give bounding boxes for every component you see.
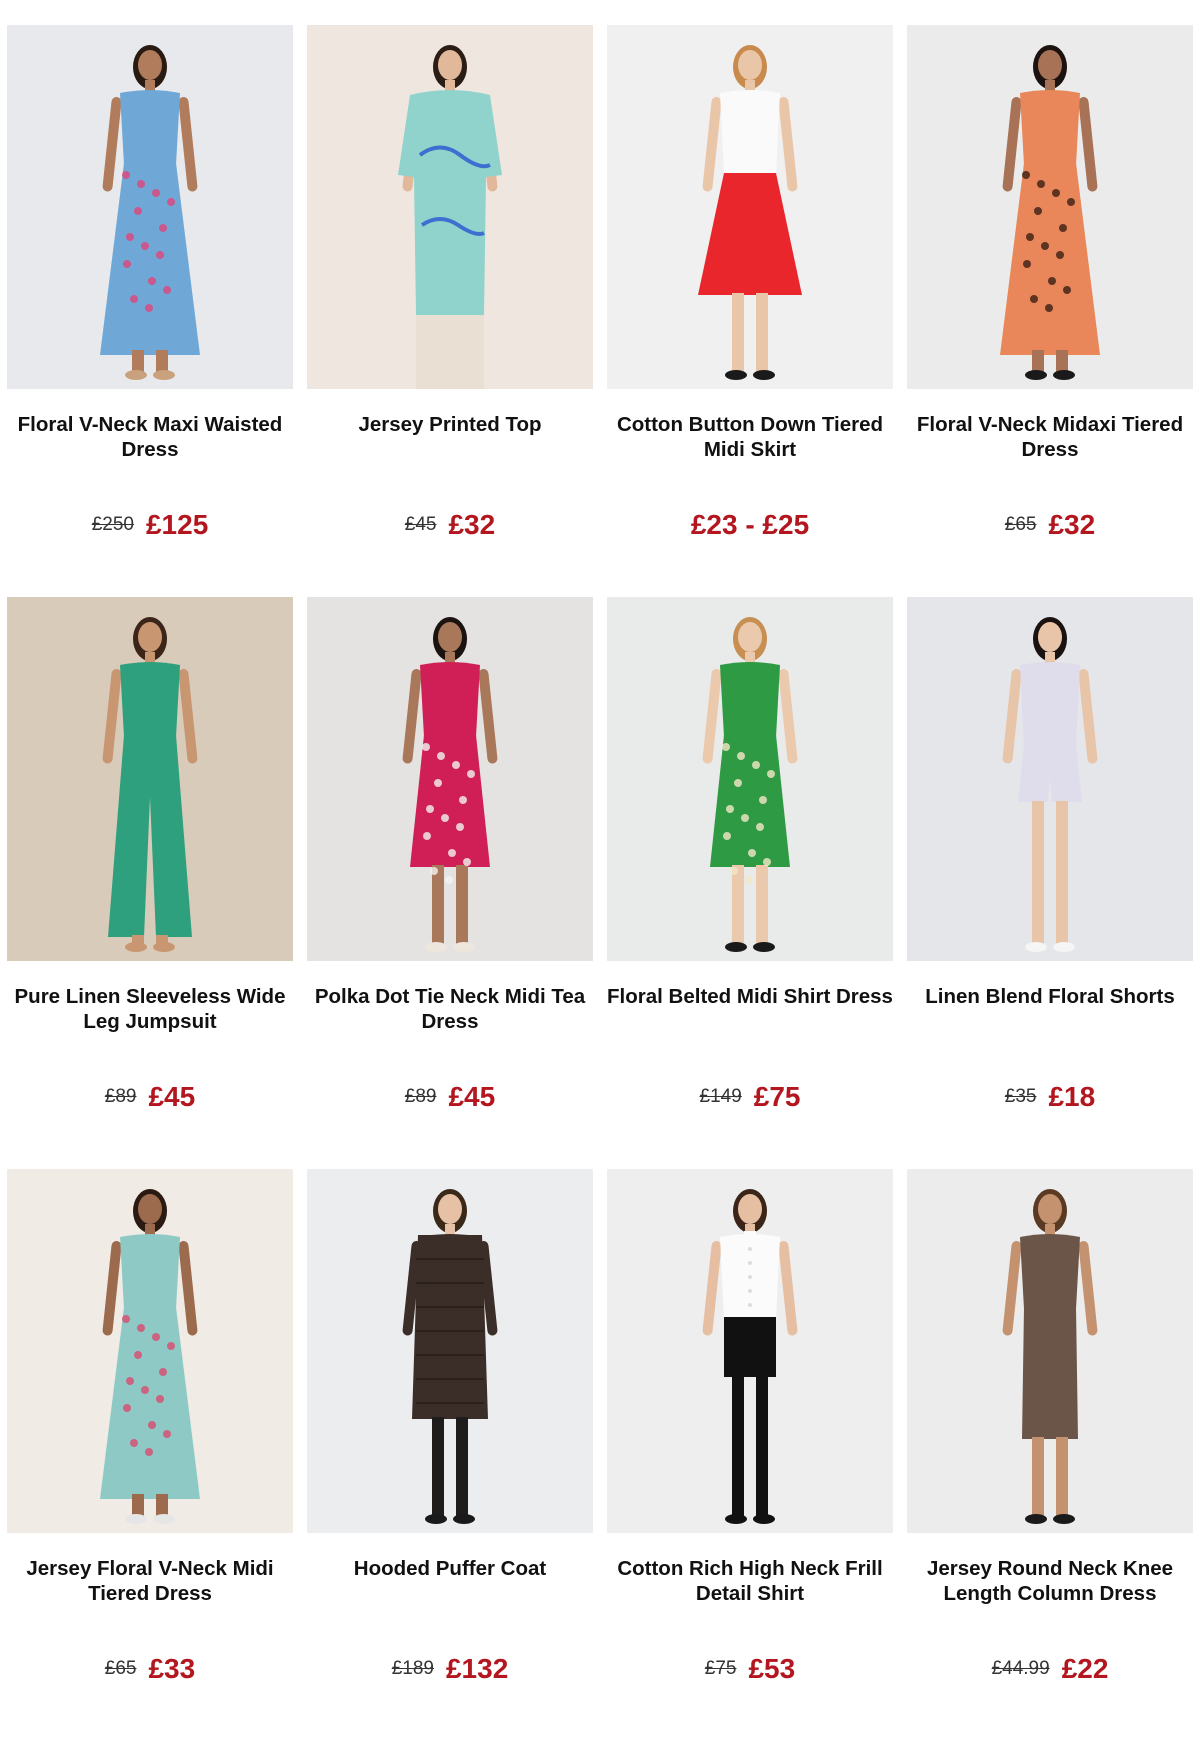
product-name[interactable]: Jersey Floral V-Neck Midi Tiered Dress: [7, 1557, 293, 1606]
product-image[interactable]: [7, 1169, 293, 1533]
was-price: £149: [699, 1086, 742, 1107]
was-price: £35: [1004, 1086, 1037, 1107]
product-image[interactable]: [7, 25, 293, 389]
was-price: £89: [104, 1086, 137, 1107]
price-block: £89 £45: [7, 1077, 293, 1117]
sale-price: £45: [448, 1081, 496, 1112]
product-card[interactable]: Hooded Puffer Coat £189 £132: [307, 1169, 593, 1741]
product-card[interactable]: Pure Linen Sleeveless Wide Leg Jumpsuit …: [7, 597, 293, 1169]
product-card[interactable]: Jersey Floral V-Neck Midi Tiered Dress £…: [7, 1169, 293, 1741]
product-image[interactable]: [907, 597, 1193, 961]
was-price: £75: [704, 1658, 737, 1679]
product-name[interactable]: Linen Blend Floral Shorts: [907, 985, 1193, 1010]
sale-price: £53: [748, 1653, 796, 1684]
product-card[interactable]: Floral V-Neck Midaxi Tiered Dress £65 £3…: [907, 25, 1193, 597]
product-name[interactable]: Jersey Round Neck Knee Length Column Dre…: [907, 1557, 1193, 1606]
sale-price: £132: [445, 1653, 509, 1684]
sale-price: £23 - £25: [690, 509, 810, 540]
sale-price: £32: [1048, 509, 1096, 540]
product-grid: Floral V-Neck Maxi Waisted Dress £250 £1…: [7, 25, 1193, 1741]
price-block: £35 £18: [907, 1077, 1193, 1117]
was-price: £250: [91, 514, 134, 535]
was-price: £89: [404, 1086, 437, 1107]
sale-price: £22: [1061, 1653, 1109, 1684]
product-name[interactable]: Jersey Printed Top: [307, 413, 593, 438]
product-image[interactable]: [307, 25, 593, 389]
sale-price: £32: [448, 509, 496, 540]
was-price: £189: [391, 1658, 434, 1679]
product-image[interactable]: [607, 1169, 893, 1533]
product-name[interactable]: Hooded Puffer Coat: [307, 1557, 593, 1582]
product-image[interactable]: [607, 25, 893, 389]
price-block: £75 £53: [607, 1649, 893, 1689]
sale-price: £125: [145, 509, 209, 540]
product-name[interactable]: Polka Dot Tie Neck Midi Tea Dress: [307, 985, 593, 1034]
sale-price: £18: [1048, 1081, 1096, 1112]
product-image[interactable]: [307, 597, 593, 961]
product-image[interactable]: [907, 1169, 1193, 1533]
product-name[interactable]: Floral Belted Midi Shirt Dress: [607, 985, 893, 1010]
was-price: £65: [104, 1658, 137, 1679]
product-name[interactable]: Pure Linen Sleeveless Wide Leg Jumpsuit: [7, 985, 293, 1034]
price-block: £65 £33: [7, 1649, 293, 1689]
sale-price: £75: [753, 1081, 801, 1112]
price-block: £89 £45: [307, 1077, 593, 1117]
product-card[interactable]: Floral Belted Midi Shirt Dress £149 £75: [607, 597, 893, 1169]
price-block: £189 £132: [307, 1649, 593, 1689]
product-image[interactable]: [7, 597, 293, 961]
price-block: £149 £75: [607, 1077, 893, 1117]
product-card[interactable]: Jersey Round Neck Knee Length Column Dre…: [907, 1169, 1193, 1741]
product-image[interactable]: [607, 597, 893, 961]
price-block: £23 - £25: [607, 505, 893, 545]
product-name[interactable]: Floral V-Neck Midaxi Tiered Dress: [907, 413, 1193, 462]
product-image[interactable]: [907, 25, 1193, 389]
price-block: £250 £125: [7, 505, 293, 545]
product-name[interactable]: Cotton Rich High Neck Frill Detail Shirt: [607, 1557, 893, 1606]
product-card[interactable]: Cotton Rich High Neck Frill Detail Shirt…: [607, 1169, 893, 1741]
was-price: £45: [404, 514, 437, 535]
product-name[interactable]: Cotton Button Down Tiered Midi Skirt: [607, 413, 893, 462]
price-block: £65 £32: [907, 505, 1193, 545]
product-card[interactable]: Cotton Button Down Tiered Midi Skirt £23…: [607, 25, 893, 597]
product-card[interactable]: Polka Dot Tie Neck Midi Tea Dress £89 £4…: [307, 597, 593, 1169]
product-card[interactable]: Jersey Printed Top £45 £32: [307, 25, 593, 597]
sale-price: £45: [148, 1081, 196, 1112]
was-price: £65: [1004, 514, 1037, 535]
product-name[interactable]: Floral V-Neck Maxi Waisted Dress: [7, 413, 293, 462]
product-card[interactable]: Floral V-Neck Maxi Waisted Dress £250 £1…: [7, 25, 293, 597]
product-image[interactable]: [307, 1169, 593, 1533]
price-block: £45 £32: [307, 505, 593, 545]
was-price: £44.99: [991, 1658, 1050, 1679]
price-block: £44.99 £22: [907, 1649, 1193, 1689]
sale-price: £33: [148, 1653, 196, 1684]
product-card[interactable]: Linen Blend Floral Shorts £35 £18: [907, 597, 1193, 1169]
